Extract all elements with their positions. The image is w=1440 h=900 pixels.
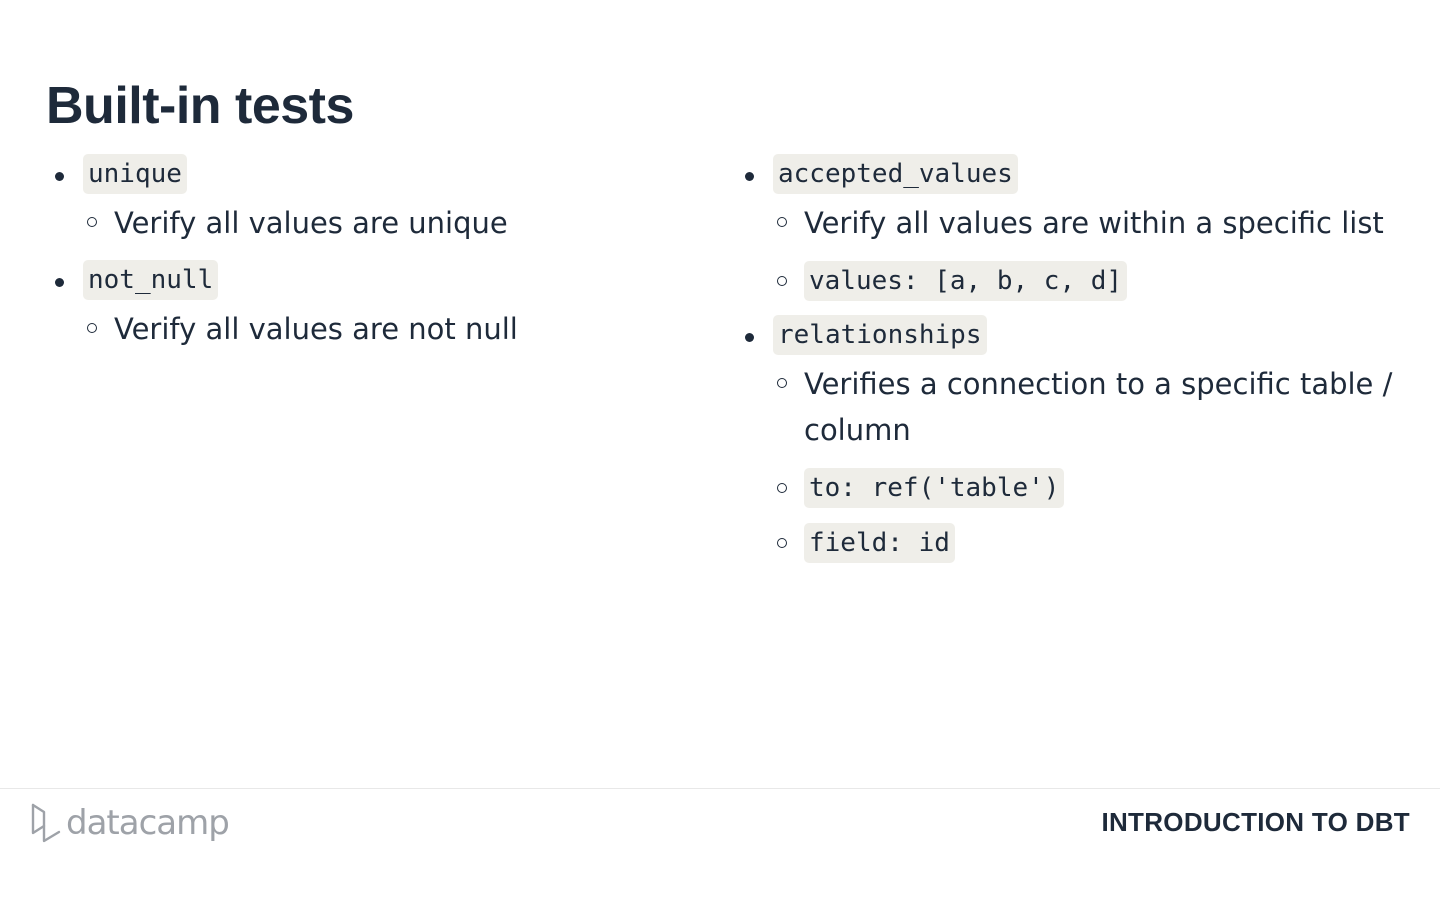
list-item-unique: unique Verify all values are unique	[46, 154, 666, 246]
slide: Built-in tests unique Verify all values …	[0, 0, 1440, 900]
sub-list-item: field: id	[773, 523, 1406, 563]
code-not-null: not_null	[83, 260, 219, 300]
sub-list: Verify all values are unique	[83, 200, 666, 246]
sub-item-text: Verify all values are unique	[114, 206, 508, 240]
sub-item-text: Verify all values are within a specific …	[804, 206, 1384, 240]
sub-item-text: Verify all values are not null	[114, 312, 518, 346]
sub-list: Verifies a connection to a specific tabl…	[773, 361, 1406, 563]
sub-list-item: Verifies a connection to a specific tabl…	[773, 361, 1406, 453]
code-values-example: values: [a, b, c, d]	[804, 261, 1128, 301]
bullet-icon	[745, 333, 754, 342]
sub-list: Verify all values are not null	[83, 306, 666, 352]
circle-bullet-icon	[87, 217, 97, 227]
code-relationships: relationships	[773, 315, 987, 355]
list-item-accepted-values: accepted_values Verify all values are wi…	[736, 154, 1406, 301]
bullet-icon	[55, 172, 64, 181]
circle-bullet-icon	[777, 217, 787, 227]
circle-bullet-icon	[777, 538, 787, 548]
code-unique: unique	[83, 154, 187, 194]
circle-bullet-icon	[777, 378, 787, 388]
right-test-list: accepted_values Verify all values are wi…	[736, 154, 1406, 563]
circle-bullet-icon	[87, 323, 97, 333]
code-field-id: field: id	[804, 523, 955, 563]
sub-item-text: Verifies a connection to a specific tabl…	[804, 367, 1393, 447]
sub-list-item: values: [a, b, c, d]	[773, 261, 1406, 301]
sub-list-item: to: ref('table')	[773, 468, 1406, 508]
bullet-icon	[745, 172, 754, 181]
left-column: unique Verify all values are unique not_…	[46, 154, 666, 366]
code-to-ref: to: ref('table')	[804, 468, 1065, 508]
slide-title: Built-in tests	[46, 77, 354, 135]
footer: datacamp INTRODUCTION TO DBT	[0, 788, 1440, 900]
right-column: accepted_values Verify all values are wi…	[736, 154, 1406, 577]
sub-list-item: Verify all values are within a specific …	[773, 200, 1406, 246]
bullet-icon	[55, 278, 64, 287]
logo-text: datacamp	[66, 803, 230, 843]
sub-list-item: Verify all values are not null	[83, 306, 666, 352]
datacamp-logo-icon	[31, 803, 61, 843]
datacamp-logo: datacamp	[30, 803, 230, 843]
sub-list: Verify all values are within a specific …	[773, 200, 1406, 301]
circle-bullet-icon	[777, 276, 787, 286]
left-test-list: unique Verify all values are unique not_…	[46, 154, 666, 352]
circle-bullet-icon	[777, 483, 787, 493]
code-accepted-values: accepted_values	[773, 154, 1018, 194]
course-title: INTRODUCTION TO DBT	[1101, 807, 1410, 837]
list-item-not-null: not_null Verify all values are not null	[46, 260, 666, 352]
sub-list-item: Verify all values are unique	[83, 200, 666, 246]
list-item-relationships: relationships Verifies a connection to a…	[736, 315, 1406, 563]
